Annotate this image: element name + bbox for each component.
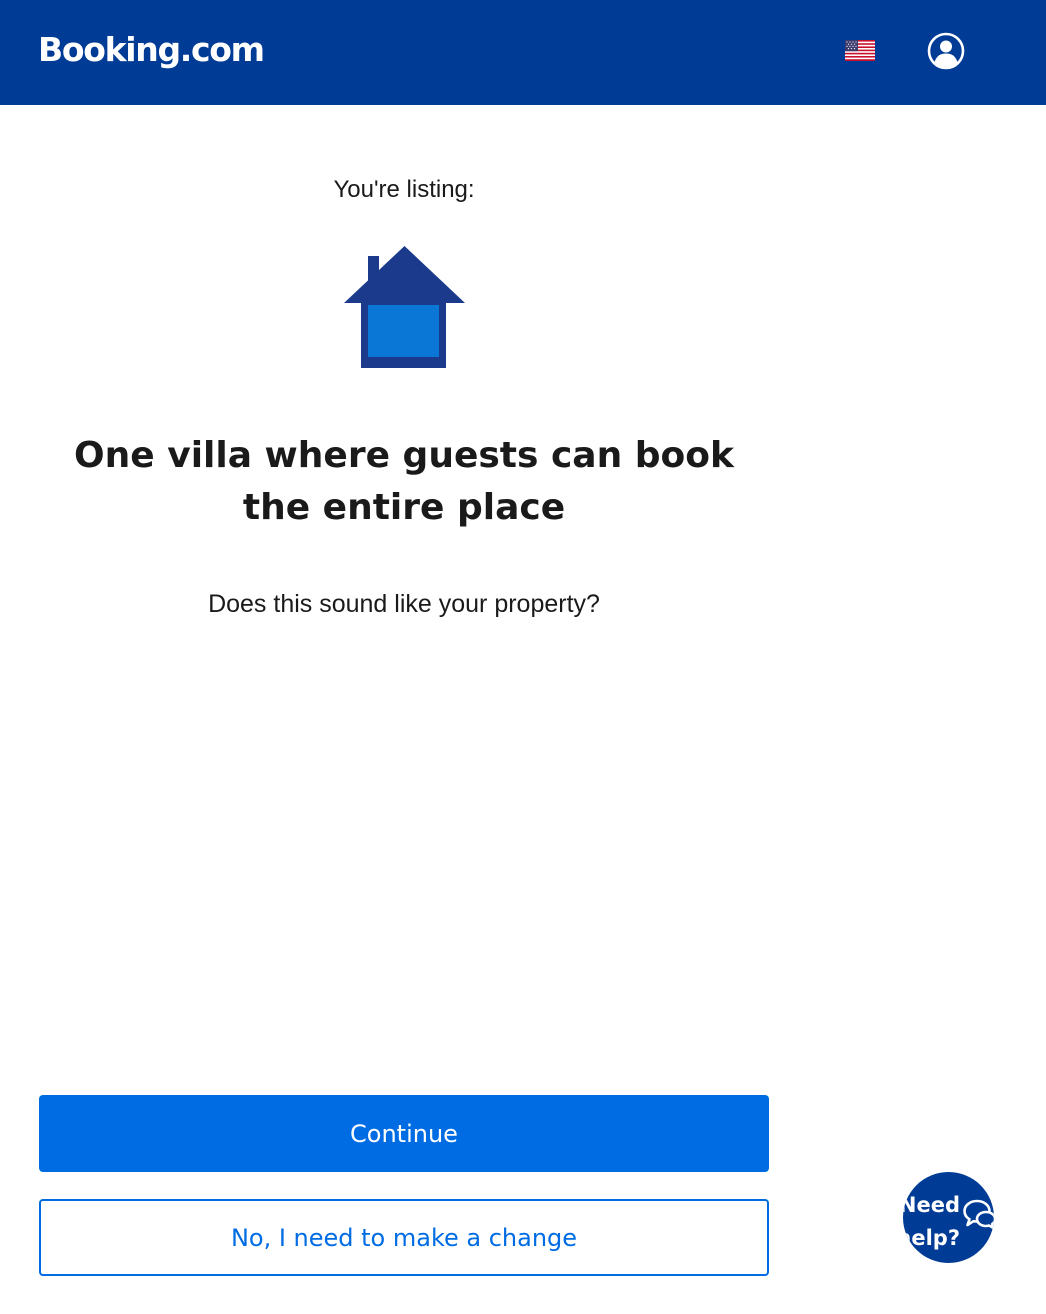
top-header: Booking.com <box>0 0 1046 105</box>
house-icon <box>344 246 465 368</box>
need-help-line-1: Need <box>903 1193 960 1217</box>
page: Booking.com You're listing: One villa wh… <box>0 0 1046 1314</box>
make-change-button[interactable]: No, I need to make a change <box>39 1199 769 1276</box>
booking-logo[interactable]: Booking.com <box>38 28 265 72</box>
chat-bubbles-icon <box>963 1199 994 1230</box>
need-help-button[interactable]: Need help? <box>903 1172 994 1263</box>
user-circle-icon[interactable] <box>927 32 965 70</box>
need-help-label: Need help? <box>903 1189 960 1255</box>
continue-button[interactable]: Continue <box>39 1095 769 1172</box>
continue-button-label: Continue <box>350 1119 458 1148</box>
property-title: One villa where guests can book the enti… <box>74 435 734 528</box>
listing-label: You're listing: <box>333 176 475 203</box>
confirmation-question: Does this sound like your property? <box>208 590 600 618</box>
need-help-line-2: help? <box>903 1226 960 1250</box>
make-change-button-label: No, I need to make a change <box>230 1223 578 1252</box>
us-flag-icon[interactable] <box>845 40 875 61</box>
